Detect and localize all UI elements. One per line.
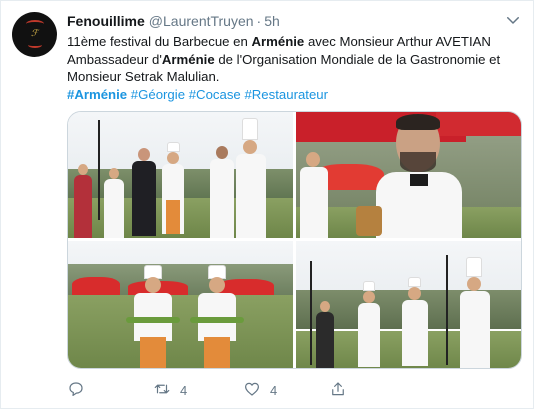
hashtag-link[interactable]: #Cocase [189,87,241,102]
like-button[interactable]: 4 [243,379,277,401]
retweet-button[interactable]: 4 [153,379,187,401]
media-grid [67,111,522,369]
hashtag-link[interactable]: #Restaurateur [244,87,328,102]
tweet-text-bold: Arménie [161,51,215,67]
microphone-stand [98,120,100,220]
tweet-actions: 4 4 [67,379,522,401]
photo-festival-stage[interactable] [68,112,293,238]
user-handle[interactable]: @LaurentTruyen [149,13,254,29]
photo-man-portrait[interactable] [296,112,521,238]
retweet-icon [153,380,171,401]
heart-icon [243,380,261,401]
microphone-stand [310,261,312,365]
tweet-text-part: 11ème festival du Barbecue en [67,34,252,49]
display-name[interactable]: Fenouillime [67,13,145,29]
photo-chefs-handshake[interactable] [296,241,521,368]
tweet-header: Fenouillime @LaurentTruyen · 5h [67,12,280,30]
separator-dot: · [256,13,262,29]
red-tent [72,277,120,295]
tweet-text-bold: Arménie [251,34,305,49]
retweet-count: 4 [180,382,188,398]
grilled-food [356,206,382,236]
reply-icon [67,380,85,401]
hashtag-link[interactable]: #Arménie [67,87,127,102]
chevron-down-icon[interactable] [504,11,522,29]
like-count: 4 [270,382,278,398]
avatar-logo-mark: ℱ [30,29,39,39]
microphone-stand [446,255,448,365]
share-icon [329,380,347,401]
avatar[interactable]: ℱ [12,12,57,57]
avatar-logo-swirl-bottom [28,42,42,48]
share-button[interactable] [329,379,347,401]
red-umbrella [436,112,521,136]
photo-ground [68,295,293,368]
reply-button[interactable] [67,379,94,401]
tweet-text: 11ème festival du Barbecue en Arménie av… [67,33,519,103]
timestamp[interactable]: 5h [264,13,280,29]
tweet-card[interactable]: ℱ Fenouillime @LaurentTruyen · 5h 11ème … [0,0,534,409]
photo-chefs-grill[interactable] [68,241,293,368]
hashtag-link[interactable]: #Géorgie [131,87,185,102]
